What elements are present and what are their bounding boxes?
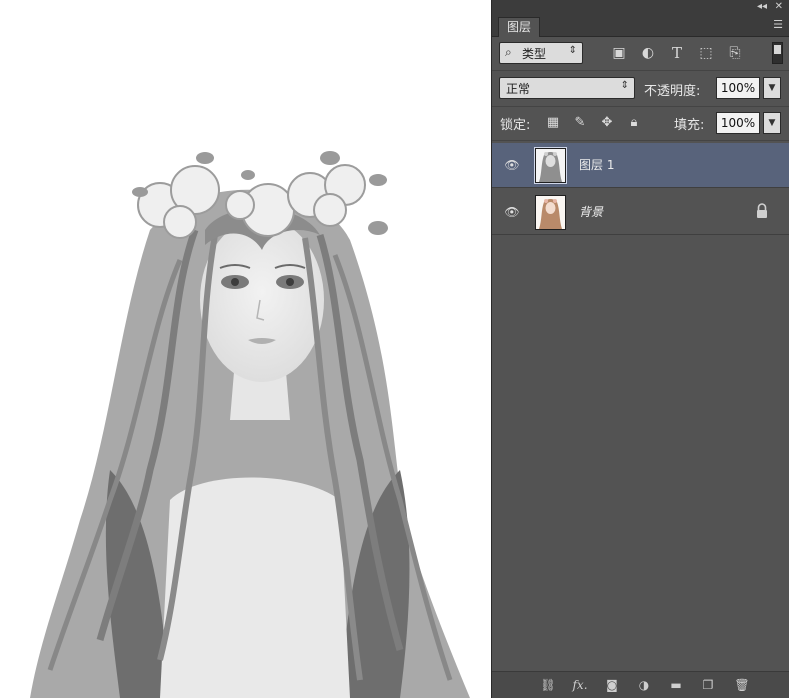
chevron-down-icon[interactable]: ▼	[763, 112, 781, 134]
image-filter-icon[interactable]: ▣	[609, 43, 629, 63]
link-layers-icon[interactable]: ⛓︎	[538, 676, 558, 694]
filter-toggle[interactable]	[772, 42, 783, 64]
layer-mask-icon[interactable]: ◙	[602, 676, 622, 694]
filter-kind-label: 类型	[522, 47, 547, 61]
lock-icon	[755, 203, 769, 219]
new-group-icon[interactable]: ▬	[666, 676, 686, 694]
fill-field[interactable]: 100%	[716, 112, 760, 134]
layer-thumbnail	[534, 147, 567, 184]
layer-name[interactable]: 背景	[579, 203, 603, 220]
opacity-field[interactable]: 100%	[716, 77, 760, 99]
lock-label: 锁定:	[500, 118, 531, 133]
delete-layer-icon[interactable]: 🗑︎	[732, 676, 752, 694]
layer-row[interactable]: 👁︎ 图层 1	[492, 143, 789, 188]
chevron-updown-icon: ⇕	[620, 80, 629, 91]
layer-thumbnail	[535, 195, 566, 230]
panel-menu-icon[interactable]: ☰	[773, 18, 783, 31]
lock-image-icon[interactable]: ✎	[571, 114, 589, 132]
layers-panel: ◂◂ ✕ 图层 ☰ ⌕ 类型 ⇕ ▣ ◐ T ⬚ ⎘ 正常 ⇕ 不透明度: 10…	[491, 0, 789, 698]
chevron-updown-icon: ⇕	[568, 45, 577, 56]
eye-icon[interactable]: 👁︎	[503, 156, 521, 174]
tab-layers[interactable]: 图层	[498, 17, 541, 37]
layer-filter-select[interactable]: ⌕ 类型 ⇕	[499, 42, 583, 64]
divider	[492, 70, 789, 71]
shape-filter-icon[interactable]: ⬚	[696, 43, 716, 63]
blend-mode-value: 正常	[506, 82, 531, 96]
adjustment-layer-icon[interactable]: ◑	[634, 676, 654, 694]
lock-position-icon[interactable]: ✥	[598, 114, 616, 132]
fx-icon[interactable]: fx.	[570, 676, 590, 694]
opacity-label: 不透明度:	[644, 84, 701, 99]
adjustment-filter-icon[interactable]: ◐	[638, 43, 658, 63]
close-icon[interactable]: ✕	[775, 0, 783, 14]
eye-icon[interactable]: 👁︎	[503, 203, 521, 221]
layer-row[interactable]: 👁︎ 背景	[492, 190, 789, 235]
divider	[492, 140, 789, 141]
smart-object-filter-icon[interactable]: ⎘	[725, 43, 745, 63]
layers-bottom-toolbar: ⛓︎ fx. ◙ ◑ ▬ ❐ 🗑︎	[492, 671, 789, 698]
divider	[492, 106, 789, 107]
artwork-illustration	[30, 151, 470, 698]
layer-name[interactable]: 图层 1	[579, 156, 614, 173]
document-canvas[interactable]	[0, 0, 491, 698]
chevron-down-icon[interactable]: ▼	[763, 77, 781, 99]
blend-mode-select[interactable]: 正常 ⇕	[499, 77, 635, 99]
fill-label: 填充:	[674, 118, 705, 133]
double-chevron-left-icon[interactable]: ◂◂	[757, 0, 767, 14]
lock-all-icon[interactable]: 🔒︎	[625, 114, 643, 132]
new-layer-icon[interactable]: ❐	[698, 676, 718, 694]
panel-tab-bar: 图层 ☰	[492, 14, 789, 37]
search-icon: ⌕	[505, 45, 512, 59]
lock-transparent-icon[interactable]: ▦	[544, 114, 562, 132]
type-filter-icon[interactable]: T	[667, 43, 687, 63]
panel-title-bar: ◂◂ ✕	[492, 0, 789, 14]
